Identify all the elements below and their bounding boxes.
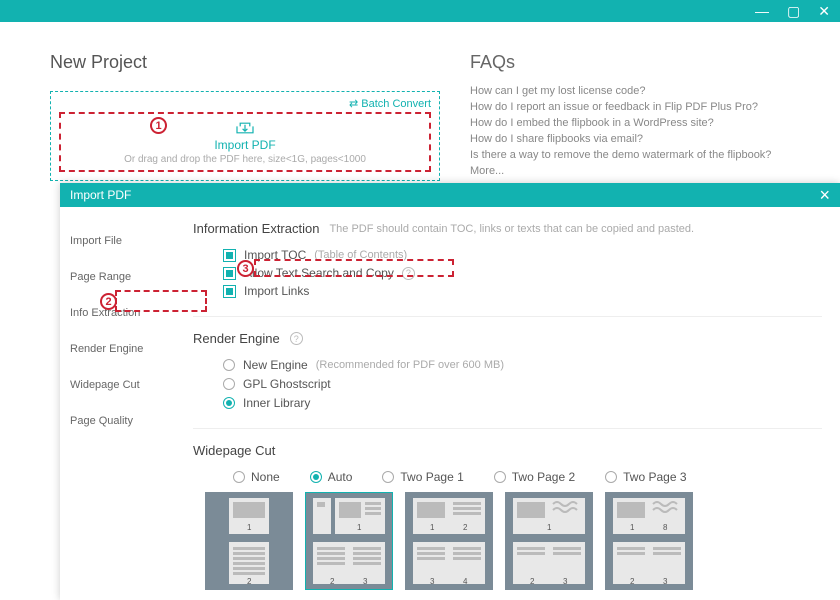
modal-content: Information Extraction The PDF should co…	[175, 207, 840, 600]
svg-text:2: 2	[630, 577, 635, 586]
svg-text:1: 1	[547, 523, 552, 532]
minimize-button[interactable]: —	[755, 4, 769, 18]
wide-tp3-label: Two Page 3	[623, 470, 686, 484]
wide-thumb-tp3[interactable]: 1 8 2 3	[605, 492, 693, 590]
gpl-radio[interactable]	[223, 378, 235, 390]
svg-text:1: 1	[630, 523, 635, 532]
batch-convert-link[interactable]: Batch Convert	[349, 97, 431, 110]
widepage-cut-title: Widepage Cut	[193, 443, 275, 458]
gpl-label: GPL Ghostscript	[243, 377, 331, 391]
maximize-button[interactable]: ▢	[787, 4, 800, 18]
new-engine-label: New Engine	[243, 358, 308, 372]
wide-thumb-tp1[interactable]: 1 2 3 4	[405, 492, 493, 590]
svg-text:1: 1	[247, 523, 252, 532]
faq-link[interactable]: How do I share flipbooks via email?	[470, 133, 790, 145]
new-engine-radio[interactable]	[223, 359, 235, 371]
svg-text:3: 3	[430, 577, 435, 586]
titlebar: — ▢ ✕	[0, 0, 840, 22]
wide-auto-label: Auto	[328, 470, 353, 484]
marker-1: 1	[150, 117, 167, 134]
svg-text:3: 3	[563, 577, 568, 586]
inner-library-radio[interactable]	[223, 397, 235, 409]
import-toc-label: Import TOC	[244, 248, 306, 262]
svg-text:2: 2	[530, 577, 535, 586]
sidebar-item-page-range[interactable]: Page Range	[60, 261, 175, 293]
marker-2: 2	[100, 293, 117, 310]
close-button[interactable]: ✕	[818, 4, 830, 18]
wide-auto-radio[interactable]	[310, 471, 322, 483]
wide-none-radio[interactable]	[233, 471, 245, 483]
wide-thumb-auto[interactable]: 1 2 3	[305, 492, 393, 590]
import-toc-sub: (Table of Contents)	[314, 249, 407, 261]
modal-title: Import PDF	[70, 188, 131, 202]
new-project-title: New Project	[50, 52, 470, 73]
wide-tp1-radio[interactable]	[382, 471, 394, 483]
faq-link[interactable]: Is there a way to remove the demo waterm…	[470, 149, 790, 161]
allow-text-help-icon[interactable]: ?	[402, 267, 415, 280]
modal-header: Import PDF ×	[60, 183, 840, 207]
faq-link[interactable]: More...	[470, 165, 790, 177]
svg-text:2: 2	[247, 577, 252, 586]
inner-library-label: Inner Library	[243, 396, 310, 410]
svg-text:2: 2	[330, 577, 335, 586]
drop-zone[interactable]: Batch Convert Import PDF Or drag and dro…	[50, 91, 440, 181]
svg-text:4: 4	[463, 577, 468, 586]
svg-text:2: 2	[463, 523, 468, 532]
sidebar-item-render-engine[interactable]: Render Engine	[60, 333, 175, 365]
wide-none-label: None	[251, 470, 280, 484]
wide-thumb-none[interactable]: 1 2	[205, 492, 293, 590]
import-pdf-modal: Import PDF × Import File Page Range Info…	[60, 183, 840, 600]
info-extraction-title: Information Extraction	[193, 221, 319, 236]
faqs-title: FAQs	[470, 52, 790, 73]
svg-text:8: 8	[663, 523, 668, 532]
wide-tp1-label: Two Page 1	[400, 470, 463, 484]
faq-link[interactable]: How do I embed the flipbook in a WordPre…	[470, 117, 790, 129]
divider	[193, 316, 822, 317]
new-engine-sub: (Recommended for PDF over 600 MB)	[316, 359, 504, 371]
render-engine-title: Render Engine	[193, 331, 280, 346]
wide-tp3-radio[interactable]	[605, 471, 617, 483]
svg-text:1: 1	[357, 523, 362, 532]
sidebar-item-info-extraction[interactable]: Info Extraction	[60, 297, 175, 329]
modal-close-button[interactable]: ×	[819, 186, 830, 204]
sidebar-item-page-quality[interactable]: Page Quality	[60, 405, 175, 437]
modal-sidebar: Import File Page Range Info Extraction R…	[60, 207, 175, 600]
svg-text:3: 3	[663, 577, 668, 586]
svg-text:1: 1	[430, 523, 435, 532]
render-engine-help-icon[interactable]: ?	[290, 332, 303, 345]
import-toc-checkbox[interactable]	[223, 249, 236, 262]
allow-text-checkbox[interactable]	[223, 267, 236, 280]
faq-link[interactable]: How can I get my lost license code?	[470, 85, 790, 97]
wide-thumb-tp2[interactable]: 1 2 3	[505, 492, 593, 590]
wide-tp2-radio[interactable]	[494, 471, 506, 483]
marker-3: 3	[237, 260, 254, 277]
sidebar-item-widepage-cut[interactable]: Widepage Cut	[60, 369, 175, 401]
info-extraction-hint: The PDF should contain TOC, links or tex…	[329, 223, 694, 235]
import-pdf-hint: Or drag and drop the PDF here, size<1G, …	[124, 154, 366, 165]
import-pdf-label: Import PDF	[214, 138, 275, 152]
wide-tp2-label: Two Page 2	[512, 470, 575, 484]
import-links-label: Import Links	[244, 284, 309, 298]
import-links-checkbox[interactable]	[223, 285, 236, 298]
allow-text-label: Allow Text Search and Copy	[244, 266, 394, 280]
sidebar-item-import-file[interactable]: Import File	[60, 225, 175, 257]
faq-link[interactable]: How do I report an issue or feedback in …	[470, 101, 790, 113]
import-pdf-drop[interactable]: Import PDF Or drag and drop the PDF here…	[59, 112, 431, 172]
divider	[193, 428, 822, 429]
import-pdf-icon	[235, 120, 255, 136]
svg-text:3: 3	[363, 577, 368, 586]
